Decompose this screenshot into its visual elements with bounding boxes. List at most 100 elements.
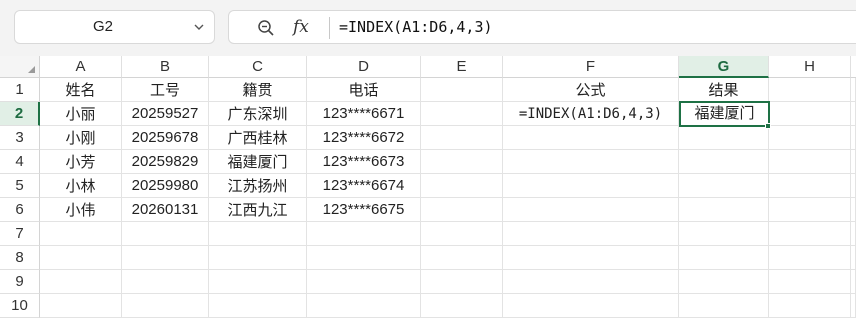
empty-cell[interactable] [679,246,769,270]
name-box-value[interactable]: G2 [15,11,191,43]
empty-cell[interactable] [40,270,122,294]
empty-cell[interactable] [209,222,307,246]
empty-cell[interactable] [679,198,769,222]
cell-c2[interactable]: 广东深圳 [209,102,307,126]
cell-a5[interactable]: 小林 [40,174,122,198]
empty-cell[interactable] [122,246,209,270]
empty-cell[interactable] [421,174,503,198]
empty-cell[interactable] [503,150,679,174]
empty-cell[interactable] [421,198,503,222]
empty-cell[interactable] [421,102,503,126]
select-all-corner[interactable] [0,56,40,78]
empty-cell[interactable] [421,222,503,246]
magnifier-minus-icon[interactable] [257,19,275,37]
column-header-a[interactable]: A [40,56,122,78]
empty-cell[interactable] [421,78,503,102]
cell-a3[interactable]: 小刚 [40,126,122,150]
cell-a1[interactable]: 姓名 [40,78,122,102]
empty-cell[interactable] [679,294,769,318]
empty-cell[interactable] [503,270,679,294]
empty-cell[interactable] [40,222,122,246]
empty-cell[interactable] [769,102,851,126]
empty-cell[interactable] [851,270,856,294]
cell-c1[interactable]: 籍贯 [209,78,307,102]
empty-cell[interactable] [503,294,679,318]
empty-cell[interactable] [851,102,856,126]
empty-cell[interactable] [421,294,503,318]
empty-cell[interactable] [209,270,307,294]
chevron-down-icon[interactable] [193,21,205,33]
cell-f1[interactable]: 公式 [503,78,679,102]
empty-cell[interactable] [679,126,769,150]
empty-cell[interactable] [40,246,122,270]
row-header-5[interactable]: 5 [0,174,40,198]
empty-cell[interactable] [421,150,503,174]
cell-c6[interactable]: 江西九江 [209,198,307,222]
empty-cell[interactable] [679,150,769,174]
cell-a6[interactable]: 小伟 [40,198,122,222]
row-header-1[interactable]: 1 [0,78,40,102]
empty-cell[interactable] [851,150,856,174]
empty-cell[interactable] [851,198,856,222]
empty-cell[interactable] [851,222,856,246]
empty-cell[interactable] [503,126,679,150]
empty-cell[interactable] [851,174,856,198]
empty-cell[interactable] [421,126,503,150]
row-header-6[interactable]: 6 [0,198,40,222]
empty-cell[interactable] [307,294,421,318]
empty-cell[interactable] [679,174,769,198]
row-header-4[interactable]: 4 [0,150,40,174]
column-header-e[interactable]: E [421,56,503,78]
column-header-c[interactable]: C [209,56,307,78]
row-header-9[interactable]: 9 [0,270,40,294]
cell-g2-active[interactable]: 福建厦门 [679,101,770,127]
empty-cell[interactable] [421,246,503,270]
empty-cell[interactable] [851,78,856,102]
empty-cell[interactable] [679,222,769,246]
empty-cell[interactable] [769,78,851,102]
empty-cell[interactable] [679,270,769,294]
cell-f2[interactable]: =INDEX(A1:D6,4,3) [503,102,679,126]
row-header-3[interactable]: 3 [0,126,40,150]
empty-cell[interactable] [769,126,851,150]
fill-handle[interactable] [765,123,771,129]
empty-cell[interactable] [769,150,851,174]
cell-a2[interactable]: 小丽 [40,102,122,126]
cell-d3[interactable]: 123****6672 [307,126,421,150]
empty-cell[interactable] [503,174,679,198]
column-header-b[interactable]: B [122,56,209,78]
cell-b4[interactable]: 20259829 [122,150,209,174]
empty-cell[interactable] [769,246,851,270]
empty-cell[interactable] [122,222,209,246]
empty-cell[interactable] [307,246,421,270]
cell-b6[interactable]: 20260131 [122,198,209,222]
column-header-d[interactable]: D [307,56,421,78]
empty-cell[interactable] [40,294,122,318]
empty-cell[interactable] [851,126,856,150]
cell-d2[interactable]: 123****6671 [307,102,421,126]
cell-c3[interactable]: 广西桂林 [209,126,307,150]
empty-cell[interactable] [503,246,679,270]
cell-d1[interactable]: 电话 [307,78,421,102]
cell-b3[interactable]: 20259678 [122,126,209,150]
empty-cell[interactable] [503,222,679,246]
empty-cell[interactable] [851,294,856,318]
cell-d5[interactable]: 123****6674 [307,174,421,198]
cell-d4[interactable]: 123****6673 [307,150,421,174]
empty-cell[interactable] [769,222,851,246]
cell-b1[interactable]: 工号 [122,78,209,102]
formula-input[interactable]: =INDEX(A1:D6,4,3) [339,11,493,43]
empty-cell[interactable] [769,270,851,294]
empty-cell[interactable] [307,222,421,246]
empty-cell[interactable] [209,246,307,270]
cell-a4[interactable]: 小芳 [40,150,122,174]
column-header-f[interactable]: F [503,56,679,78]
empty-cell[interactable] [503,198,679,222]
column-header-next[interactable] [851,56,856,78]
empty-cell[interactable] [851,246,856,270]
empty-cell[interactable] [122,270,209,294]
empty-cell[interactable] [209,294,307,318]
empty-cell[interactable] [769,174,851,198]
cell-c4[interactable]: 福建厦门 [209,150,307,174]
fx-icon[interactable]: fx [293,14,309,40]
